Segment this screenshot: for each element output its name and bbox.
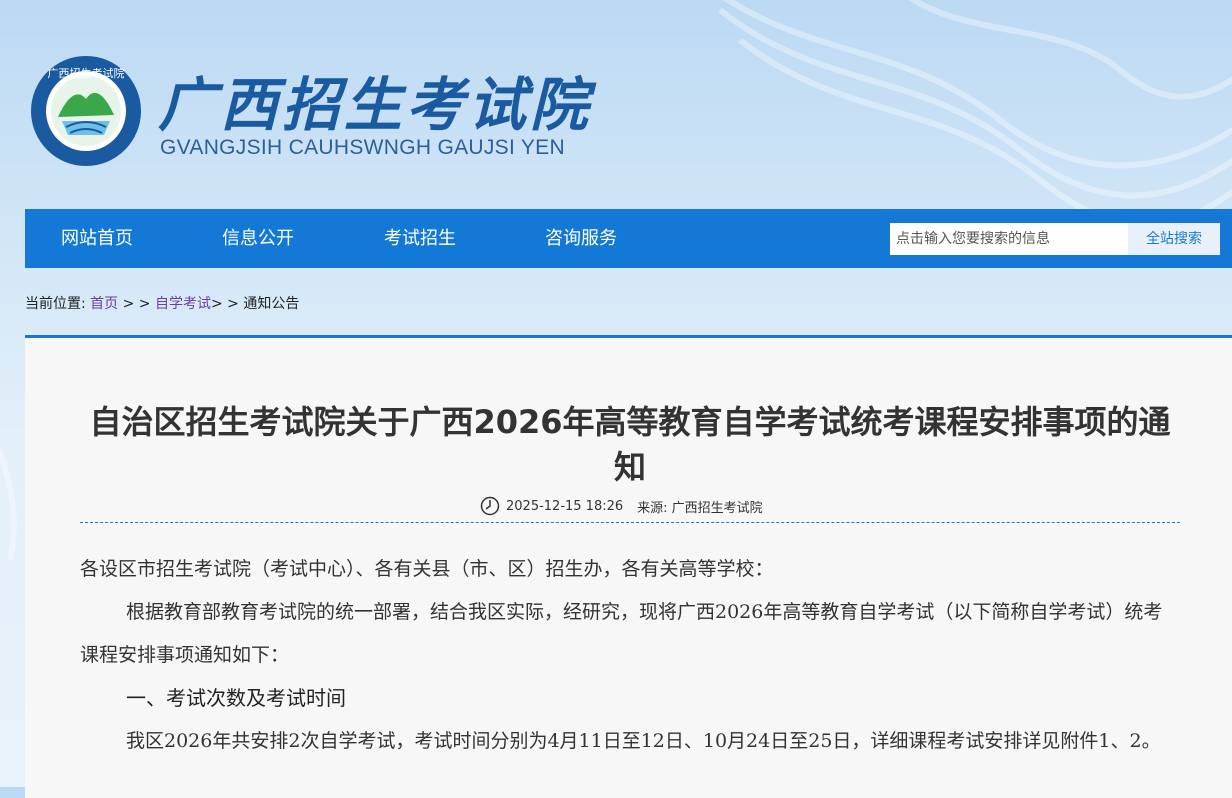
site-subtitle: GVANGJSIH CAUHSWNGH GAUJSI YEN bbox=[160, 136, 565, 159]
site-header: 广西招生考试院 广西招生考试院 GVANGJSIH CAUHSWNGH GAUJ… bbox=[0, 0, 1232, 205]
article-paragraph: 根据教育部教育考试院的统一部署，结合我区实际，经研究，现将广西2026年高等教育… bbox=[80, 601, 1163, 666]
site-search-button[interactable]: 全站搜索 bbox=[1128, 223, 1220, 255]
article-section-heading: 一、考试次数及考试时间 bbox=[126, 686, 346, 710]
breadcrumb-section-link[interactable]: 自学考试 bbox=[155, 296, 211, 312]
svg-text:广西招生考试院: 广西招生考试院 bbox=[48, 66, 125, 80]
breadcrumb: 当前位置: 首页 > > 自学考试> > 通知公告 bbox=[25, 293, 299, 313]
nav-item-home[interactable]: 网站首页 bbox=[61, 209, 133, 268]
article-body: 各设区市招生考试院（考试中心）、各有关县（市、区）招生办，各有关高等学校： 根据… bbox=[80, 548, 1180, 763]
site-emblem-icon[interactable]: 广西招生考试院 bbox=[30, 55, 142, 167]
nav-item-info-disclosure[interactable]: 信息公开 bbox=[222, 209, 294, 268]
nav-item-consulting[interactable]: 咨询服务 bbox=[545, 209, 617, 268]
breadcrumb-home-link[interactable]: 首页 bbox=[90, 296, 118, 312]
title-divider bbox=[80, 522, 1180, 523]
article-source: 来源: 广西招生考试院 bbox=[637, 500, 763, 516]
main-nav-bar: 网站首页 信息公开 考试招生 咨询服务 全站搜索 bbox=[25, 209, 1232, 268]
article-salutation: 各设区市招生考试院（考试中心）、各有关县（市、区）招生办，各有关高等学校： bbox=[80, 558, 774, 580]
clock-icon bbox=[480, 496, 500, 516]
breadcrumb-current: 通知公告 bbox=[243, 296, 300, 312]
nav-item-exams-admissions[interactable]: 考试招生 bbox=[384, 209, 456, 268]
article-meta: 2025-12-15 18:26 来源: 广西招生考试院 bbox=[480, 496, 763, 516]
article-date: 2025-12-15 18:26 bbox=[506, 498, 624, 514]
article-title: 自治区招生考试院关于广西2026年高等教育自学考试统考课程安排事项的通知 bbox=[89, 403, 1171, 486]
article-container: 自治区招生考试院关于广西2026年高等教育自学考试统考课程安排事项的通知 202… bbox=[25, 335, 1232, 798]
breadcrumb-separator: > > bbox=[118, 296, 155, 312]
breadcrumb-prefix: 当前位置: bbox=[25, 296, 86, 312]
site-title: 广西招生考试院 bbox=[158, 71, 593, 139]
article-paragraph: 我区2026年共安排2次自学考试，考试时间分别为4月11日至12日、10月24日… bbox=[126, 730, 1161, 752]
site-search-input[interactable] bbox=[890, 223, 1128, 255]
breadcrumb-separator: > > bbox=[210, 296, 244, 312]
